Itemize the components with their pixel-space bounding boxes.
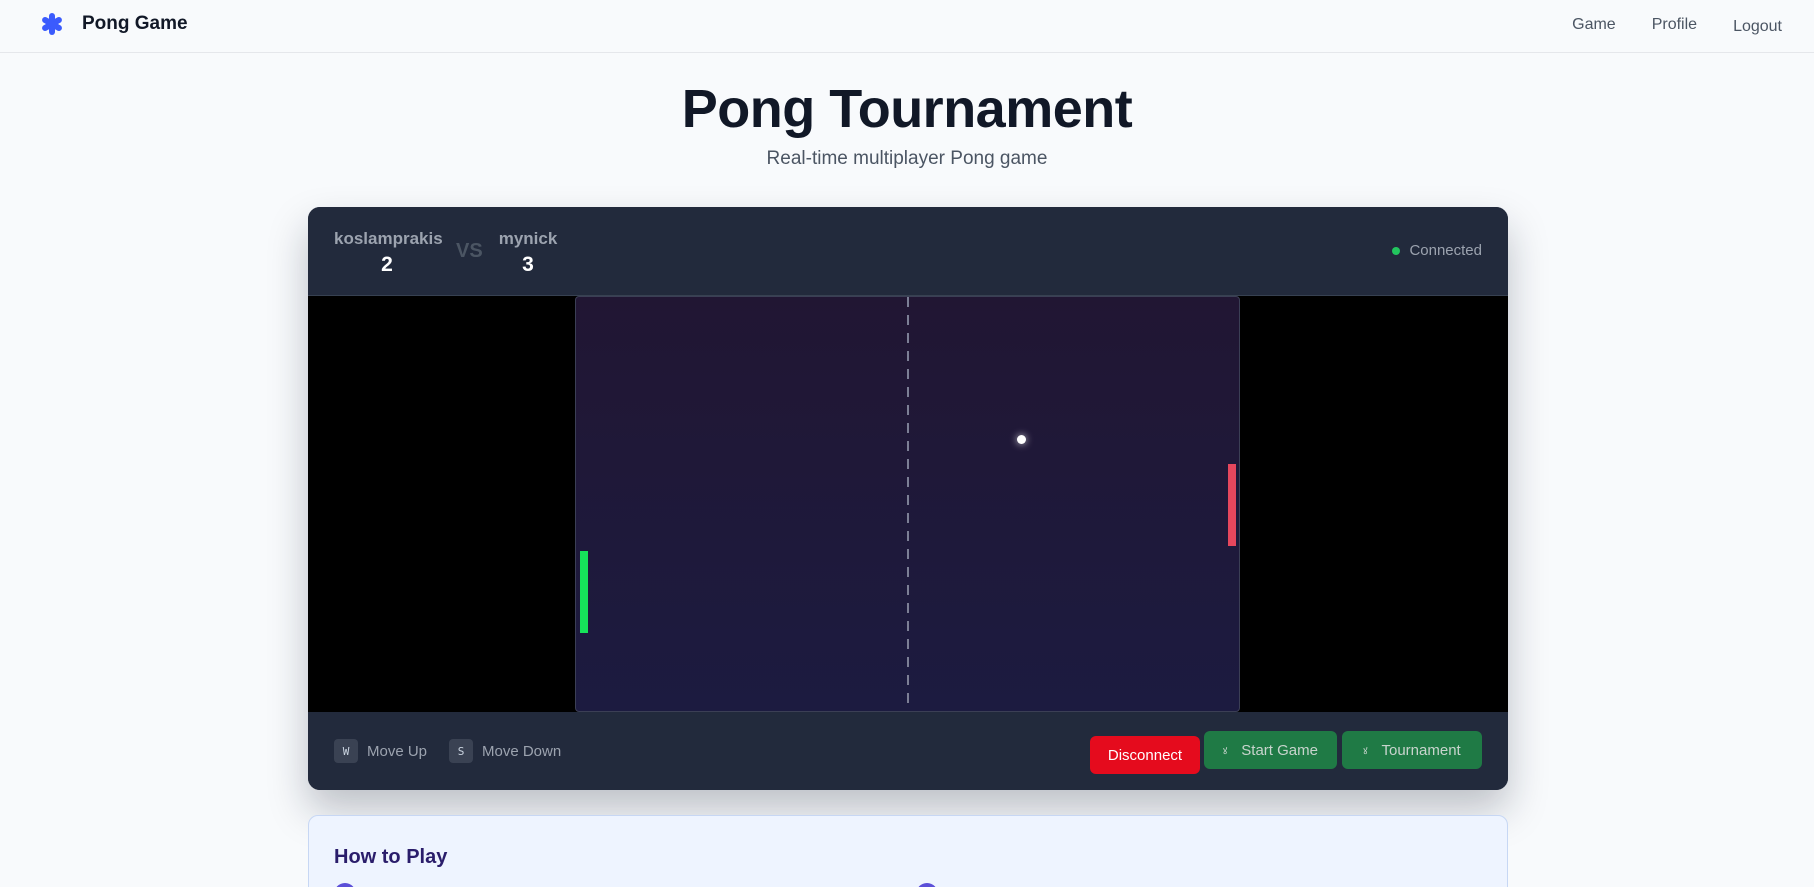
play-icon: ꙋ: [1223, 745, 1228, 756]
start-game-label: Start Game: [1241, 741, 1318, 759]
page-title: Pong Tournament: [681, 79, 1133, 139]
start-game-button[interactable]: ꙋ Start Game: [1204, 731, 1337, 769]
status-text: Connected: [1409, 242, 1482, 259]
how-to-play-card: How to Play: [308, 815, 1508, 887]
tournament-button[interactable]: ꙋ Tournament: [1342, 731, 1482, 769]
game-area: [308, 296, 1508, 712]
player-two: mynick 3: [498, 229, 558, 277]
player-one-name: koslamprakis: [334, 229, 443, 248]
step-badge-icon: [916, 883, 938, 887]
brand-name: Pong Game: [82, 13, 188, 34]
how-to-play-title: How to Play: [334, 846, 448, 868]
control-label: Move Down: [482, 742, 562, 760]
navbar: Pong Game Game Profile Logout: [0, 0, 1814, 53]
disconnect-button[interactable]: Disconnect: [1090, 736, 1200, 774]
trophy-icon: ꙋ: [1363, 745, 1368, 756]
step-badge-icon: [334, 883, 356, 887]
tournament-label: Tournament: [1381, 741, 1461, 759]
left-paddle: [580, 551, 588, 633]
player-one: koslamprakis 2: [334, 229, 443, 277]
brand[interactable]: Pong Game: [40, 12, 188, 36]
nav-link-logout[interactable]: Logout: [1733, 18, 1782, 36]
page-subtitle: Real-time multiplayer Pong game: [766, 148, 1048, 169]
key-w: W: [334, 739, 358, 763]
control-move-up: W Move Up: [334, 739, 427, 763]
key-s: S: [449, 739, 473, 763]
control-move-down: S Move Down: [449, 739, 561, 763]
player-two-name: mynick: [498, 229, 558, 248]
nav-link-game[interactable]: Game: [1572, 16, 1616, 36]
nav-link-profile[interactable]: Profile: [1652, 16, 1697, 36]
right-paddle: [1228, 464, 1236, 546]
control-label: Move Up: [367, 742, 428, 760]
status-dot-icon: [1392, 246, 1401, 255]
game-card: koslamprakis 2 VS mynick 3 Connected W M…: [308, 207, 1508, 790]
game-controls-bar: W Move Up S Move Down Disconnect ꙋ Start…: [308, 712, 1508, 790]
scoreboard: koslamprakis 2 VS mynick 3 Connected: [308, 207, 1508, 296]
game-canvas[interactable]: [575, 296, 1240, 712]
nav-links: Game Profile Logout: [1536, 16, 1782, 36]
center-line: [907, 297, 909, 711]
player-two-score: 3: [522, 253, 534, 276]
player-one-score: 2: [381, 253, 393, 276]
game-logo-icon: [42, 13, 62, 35]
connection-status: Connected: [1392, 242, 1482, 259]
ball: [1017, 435, 1026, 444]
vs-label: VS: [456, 240, 483, 262]
